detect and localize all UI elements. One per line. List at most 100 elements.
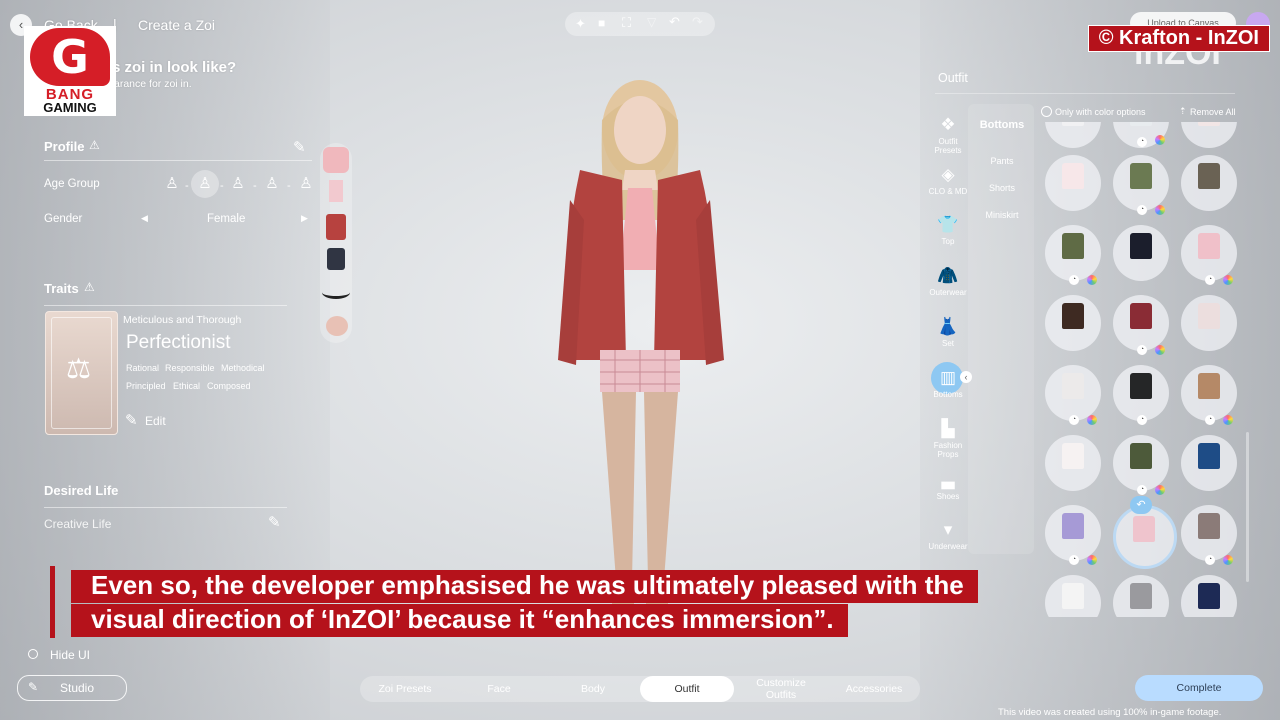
strip-blazer-item[interactable] [326,214,346,240]
edit-profile-icon[interactable]: ✎ [293,138,306,156]
tab-outfit[interactable]: Outfit [640,676,734,702]
gender-prev-icon[interactable]: ◀ [141,213,148,224]
grid-item[interactable] [1113,295,1169,351]
cat-outfit-presets[interactable]: ❖ Outfit Presets [928,115,968,155]
grid-item[interactable] [1045,575,1101,617]
age-teen-icon[interactable]: ♙ [231,174,245,194]
trait-card[interactable]: ⚖ [45,311,118,435]
trait-tag: Rational [126,363,160,373]
sock-icon: ▙ [941,419,955,438]
color-dot [1087,415,1097,425]
tab-accessories[interactable]: Accessories [835,676,913,702]
cat-set[interactable]: 👗 Set [928,317,968,348]
tab-customize-outfits[interactable]: Customize Outfits [742,676,820,702]
age-adult-icon[interactable]: ♙ [265,174,279,194]
grid-item[interactable] [1113,365,1169,421]
grid-item[interactable] [1045,122,1101,148]
grid-item[interactable] [1045,505,1101,561]
color-dot [1223,415,1233,425]
outfit-title: Outfit [938,71,968,85]
strip-shoes-item[interactable] [327,248,345,270]
remove-all-button[interactable]: Remove All [1190,107,1236,117]
grid-item[interactable] [1181,225,1237,281]
trait-tag: Composed [207,381,251,391]
gender-label: Gender [44,213,83,225]
cat-bottoms[interactable]: ▥ Bottoms [928,368,968,399]
sparkle-icon[interactable]: ✦ [575,16,586,32]
grid-item[interactable] [1181,505,1237,561]
trait-edit-button[interactable]: Edit [145,414,166,428]
grid-item[interactable] [1181,575,1237,617]
underwear-icon: ▾ [943,520,953,539]
grid-scrollbar[interactable] [1246,432,1249,582]
grid-item[interactable] [1113,225,1169,281]
item-badge: ◔ [1205,415,1215,425]
remove-all-icon[interactable]: ⇡ [1179,106,1187,117]
frame-icon[interactable]: ⛶ [622,15,631,31]
trait-edit-icon[interactable]: ✎ [125,411,138,429]
trait-subtitle: Meticulous and Thorough [123,314,242,326]
color-dot [1087,275,1097,285]
strip-skirt-item[interactable] [329,180,343,202]
tab-body[interactable]: Body [554,676,632,702]
desired-life-divider [44,507,287,508]
grid-item[interactable] [1113,435,1169,491]
trait-tag: Ethical [173,381,201,391]
cat-underwear[interactable]: ▾ Underwear [928,520,968,551]
pose-icon[interactable]: ▽ [647,15,656,29]
desired-life-edit-icon[interactable]: ✎ [268,513,281,531]
strip-hand-item[interactable] [326,316,348,336]
grid-item[interactable] [1045,435,1101,491]
grid-item-selected[interactable] [1113,505,1177,569]
color-options-label[interactable]: Only with color options [1055,107,1146,117]
age-toddler-icon[interactable]: ♙ [165,174,179,194]
traits-warning-icon: ⚠ [84,280,95,294]
cat-clo-md[interactable]: ◈ CLO & MD [928,165,968,196]
gender-next-icon[interactable]: ▶ [301,213,308,224]
undo-icon[interactable]: ↶ [669,14,680,30]
grid-item[interactable] [1045,295,1101,351]
tab-zoi-presets[interactable]: Zoi Presets [365,676,445,702]
grid-item[interactable] [1045,155,1101,211]
profile-divider [44,160,312,161]
grid-item[interactable] [1181,295,1237,351]
tab-face[interactable]: Face [460,676,538,702]
bang-gaming-logo: G BANG GAMING [24,26,116,116]
caption-line1: Even so, the developer emphasised he was… [71,570,978,603]
strip-top-item[interactable] [323,147,349,173]
shoe-icon: ▃ [941,470,955,489]
cat-outerwear[interactable]: 🧥 Outerwear [928,266,968,297]
clo-md-icon: ◈ [941,165,955,184]
zoi-character[interactable] [540,60,740,650]
grid-item[interactable] [1181,155,1237,211]
age-elder-icon[interactable]: ♙ [299,174,313,194]
cat-shoes[interactable]: ▃ Shoes [928,470,968,501]
complete-button[interactable]: Complete [1135,675,1263,701]
cat-fashion-props[interactable]: ▙ Fashion Props [928,419,968,459]
grid-item[interactable] [1045,225,1101,281]
cat-top[interactable]: 👕 Top [928,215,968,246]
desired-life-title: Desired Life [44,483,119,498]
grid-item[interactable] [1113,575,1169,617]
hide-ui-radio[interactable] [28,649,38,659]
sub-miniskirt[interactable]: Miniskirt [970,210,1034,220]
hide-ui-label[interactable]: Hide UI [50,648,90,662]
grid-item[interactable] [1181,365,1237,421]
traits-divider [44,305,287,306]
grid-item[interactable] [1181,435,1237,491]
age-child-icon[interactable]: ♙ [198,174,212,194]
sub-shorts[interactable]: Shorts [970,183,1034,193]
grid-item[interactable] [1113,155,1169,211]
camera-icon[interactable]: ■ [598,16,605,30]
studio-button[interactable]: ✎ Studio [17,675,127,701]
grid-item[interactable] [1181,122,1237,148]
bottoms-icon: ▥ [939,368,957,387]
strip-necklace-item[interactable] [322,286,350,299]
footnote: This video was created using 100% in-gam… [998,707,1222,718]
color-options-radio[interactable] [1041,106,1052,117]
trait-tag: Responsible [165,363,215,373]
revert-icon[interactable]: ↶ [1130,496,1152,514]
redo-icon[interactable]: ↷ [692,14,703,30]
grid-item[interactable] [1045,365,1101,421]
sub-pants[interactable]: Pants [970,156,1034,166]
